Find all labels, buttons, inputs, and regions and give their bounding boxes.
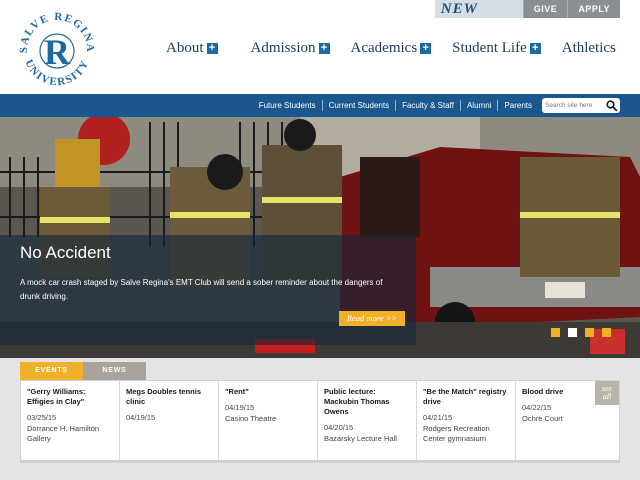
events-news-tabs: EVENTS NEWS — [20, 362, 146, 380]
events-section: EVENTS NEWS "Gerry Williams: Effigies in… — [0, 358, 640, 480]
site-header: SALVE REGINA UNIVERSITY R NEW GIVE APPLY… — [0, 0, 640, 94]
event-location: Bazarsky Lecture Hall — [324, 434, 397, 443]
nav-item-student-life[interactable]: Student Life + — [452, 40, 541, 57]
event-date: 04/19/15 — [126, 413, 156, 422]
university-logo[interactable]: SALVE REGINA UNIVERSITY R — [16, 8, 98, 90]
events-shadow-divider — [20, 461, 620, 463]
audience-links: Future Students Current Students Faculty… — [253, 94, 538, 117]
slide-pager — [551, 328, 619, 337]
tab-events[interactable]: EVENTS — [20, 362, 83, 380]
event-location: Casino Theatre — [225, 414, 277, 423]
nav-item-label: Admission — [250, 40, 316, 56]
plus-icon[interactable]: + — [318, 43, 330, 54]
plus-icon[interactable]: + — [420, 43, 432, 54]
nav-item-label: Athletics — [561, 40, 616, 56]
link-faculty-staff[interactable]: Faculty & Staff — [395, 100, 460, 111]
search-box — [542, 98, 620, 113]
main-nav: About + Admission + Academics + Student … — [166, 40, 616, 57]
events-list: "Gerry Williams: Effigies in Clay" 03/25… — [20, 380, 620, 461]
utility-bar: NEW GIVE APPLY — [434, 0, 620, 18]
see-all-line2: all — [602, 392, 612, 401]
plus-icon[interactable]: + — [529, 43, 541, 54]
link-current-students[interactable]: Current Students — [321, 100, 395, 111]
event-title[interactable]: Public lecture: Mackubin Thomas Owens — [324, 387, 411, 417]
event-title[interactable]: "Rent" — [225, 387, 312, 397]
event-title[interactable]: Megs Doubles tennis clinic — [126, 387, 213, 407]
give-button[interactable]: GIVE — [522, 0, 568, 18]
hero-slideshow: No Accident A mock car crash staged by S… — [0, 117, 640, 358]
slide-title[interactable]: No Accident — [20, 243, 111, 263]
event-location: Ochre Court — [522, 414, 563, 423]
nav-item-admission[interactable]: Admission + — [251, 40, 330, 57]
plus-icon[interactable]: + — [206, 43, 218, 54]
event-location: Dorrance H. Hamilton Gallery — [27, 424, 100, 443]
slide-dot-3[interactable] — [585, 328, 594, 337]
nav-item-academics[interactable]: Academics + — [351, 40, 432, 57]
logo-seal-icon: SALVE REGINA UNIVERSITY R — [18, 11, 95, 88]
slide-dot-4[interactable] — [602, 328, 611, 337]
search-icon[interactable] — [605, 99, 618, 112]
audience-nav: Future Students Current Students Faculty… — [0, 94, 640, 117]
event-item[interactable]: Public lecture: Mackubin Thomas Owens 04… — [318, 381, 417, 460]
event-item[interactable]: "Gerry Williams: Effigies in Clay" 03/25… — [21, 381, 120, 460]
link-alumni[interactable]: Alumni — [459, 100, 497, 111]
slide-caption: No Accident A mock car crash staged by S… — [0, 235, 416, 345]
slide-dot-1[interactable] — [551, 328, 560, 337]
nav-item-athletics[interactable]: Athletics — [562, 40, 616, 57]
search-input[interactable] — [545, 99, 603, 112]
see-all-button[interactable]: see all — [595, 381, 619, 405]
link-future-students[interactable]: Future Students — [253, 100, 322, 111]
event-item[interactable]: "Be the Match" registry drive 04/21/15 R… — [417, 381, 516, 460]
nav-item-about[interactable]: About + — [166, 40, 218, 57]
event-date: 04/20/15 — [324, 423, 354, 432]
logo-monogram: R — [44, 32, 71, 72]
event-date: 04/19/15 — [225, 403, 255, 412]
event-date: 04/21/15 — [423, 413, 453, 422]
link-parents[interactable]: Parents — [497, 100, 538, 111]
tab-news[interactable]: NEWS — [83, 362, 146, 380]
nav-item-label: About — [166, 40, 204, 56]
slide-description: A mock car crash staged by Salve Regina'… — [20, 278, 383, 301]
nav-item-label: Academics — [350, 40, 418, 56]
event-location: Rodgers Recreation Center gymnasium — [423, 424, 490, 443]
event-title[interactable]: "Gerry Williams: Effigies in Clay" — [27, 387, 114, 407]
nav-item-label: Student Life — [452, 40, 527, 56]
event-item[interactable]: Megs Doubles tennis clinic 04/19/15 — [120, 381, 219, 460]
event-date: 03/25/15 — [27, 413, 57, 422]
read-more-button[interactable]: Read more >> — [339, 311, 405, 326]
apply-button[interactable]: APPLY — [567, 0, 620, 18]
slide-dot-2[interactable] — [568, 328, 577, 337]
event-title[interactable]: "Be the Match" registry drive — [423, 387, 510, 407]
event-item[interactable]: "Rent" 04/19/15 Casino Theatre — [219, 381, 318, 460]
top-brand-banner[interactable]: NEW — [434, 0, 523, 18]
